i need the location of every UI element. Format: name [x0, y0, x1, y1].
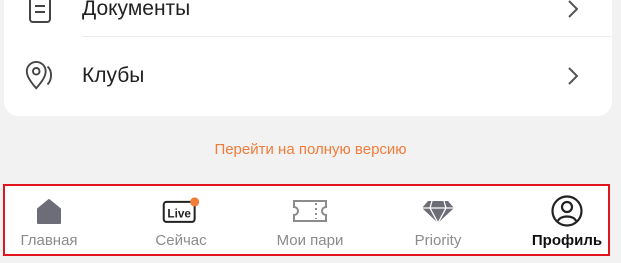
chevron-right-icon [568, 0, 579, 18]
tab-priority[interactable]: Priority [403, 186, 473, 254]
notification-dot [190, 197, 200, 207]
ticket-icon [290, 194, 330, 228]
tab-live[interactable]: Live Сейчас [141, 186, 221, 254]
menu-item-clubs-label: Клубы [82, 64, 145, 87]
menu-card: Документы Клубы [4, 0, 612, 116]
tab-priority-label: Priority [414, 232, 462, 249]
document-icon [24, 0, 56, 25]
live-badge-text: Live [167, 206, 191, 220]
tab-profile-label: Профиль [531, 232, 603, 249]
diamond-icon [418, 194, 458, 228]
profile-icon [547, 194, 587, 228]
tab-my-bets-label: Мои пари [276, 232, 344, 249]
menu-item-clubs[interactable]: Клубы [4, 47, 612, 105]
tab-my-bets[interactable]: Мои пари [263, 186, 357, 254]
chevron-right-icon [568, 67, 579, 85]
menu-item-documents[interactable]: Документы [4, 0, 612, 38]
home-icon [29, 194, 69, 228]
tab-home-label: Главная [20, 232, 78, 249]
tab-home[interactable]: Главная [5, 186, 93, 254]
tab-profile[interactable]: Профиль [527, 186, 607, 254]
menu-item-documents-label: Документы [82, 0, 191, 20]
divider [82, 36, 612, 37]
tab-live-label: Сейчас [155, 232, 207, 249]
full-version-link[interactable]: Перейти на полную версию [0, 141, 621, 158]
bottom-tab-bar: Главная Live Сейчас Мои пари Priority Пр… [3, 184, 610, 256]
live-icon: Live [161, 194, 201, 228]
map-pin-icon [24, 60, 56, 92]
